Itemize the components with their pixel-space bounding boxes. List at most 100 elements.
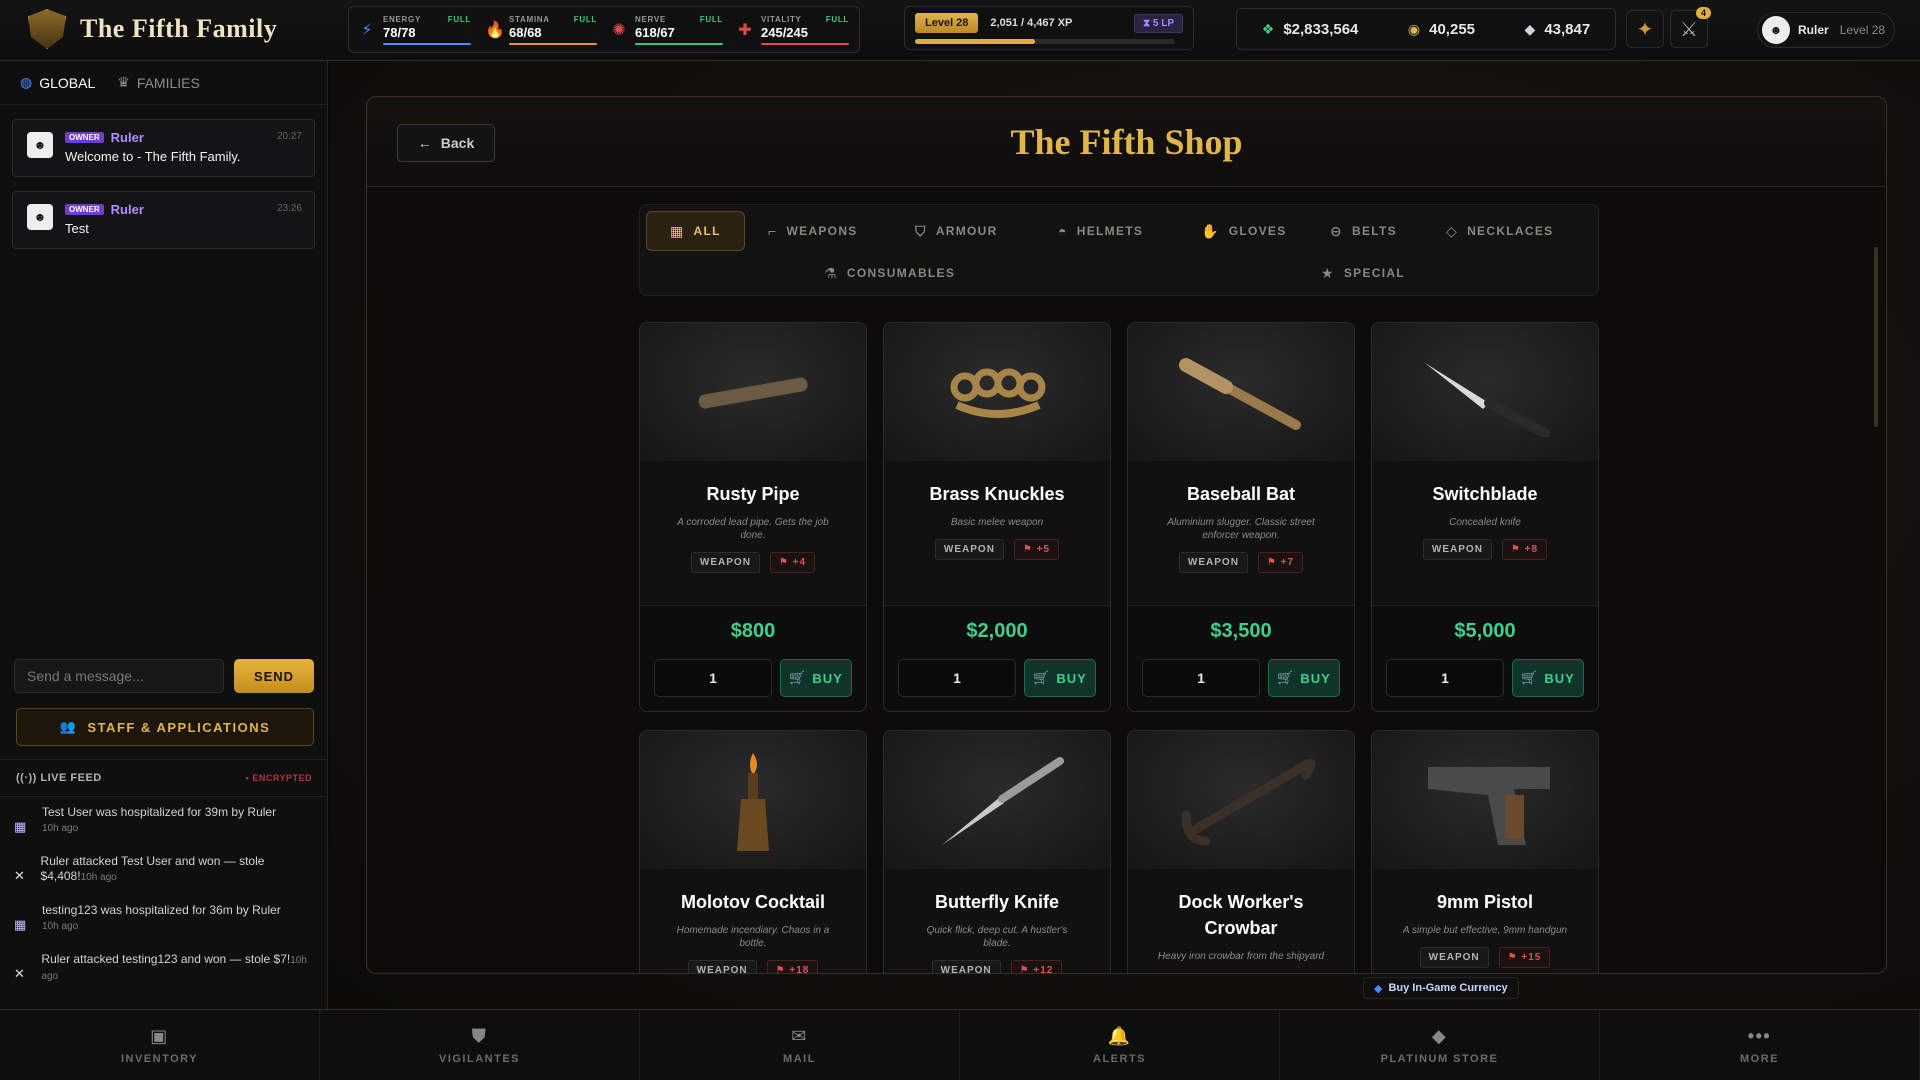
scrollbar[interactable] [1874, 247, 1878, 427]
item-description: Concealed knife [1449, 517, 1521, 528]
cash-display[interactable]: ❖ $2,833,564 [1262, 21, 1359, 38]
quantity-input[interactable]: 1 [1386, 659, 1504, 697]
category-special[interactable]: ★ SPECIAL [1321, 253, 1405, 293]
brass-knuckles-icon [950, 368, 1046, 418]
buy-currency-button[interactable]: ◆ Buy In-Game Currency [1363, 977, 1519, 999]
item-card: Switchblade Concealed knife WEAPON ⚑ +8 $… [1371, 322, 1599, 712]
tab-global[interactable]: ◍ GLOBAL [20, 74, 95, 91]
nav-platinum-store[interactable]: ◆ PLATINUM STORE [1280, 1010, 1600, 1080]
stat-value: 245/245 [761, 24, 808, 40]
nav-label: PLATINUM STORE [1380, 1052, 1499, 1065]
lp-badge[interactable]: ⧗ 5 LP [1134, 13, 1183, 33]
bonus-value: +4 [792, 557, 807, 568]
avatar: ☻ [27, 132, 53, 158]
item-bonus-tag: ⚑ +8 [1501, 539, 1548, 560]
item-bonus-tag: ⚑ +18 [766, 960, 819, 974]
coins-display[interactable]: ◉ 40,255 [1408, 21, 1475, 38]
level-panel[interactable]: Level 28 2,051 / 4,467 XP ⧗ 5 LP [904, 6, 1194, 50]
nav-alerts[interactable]: 🔔 ALERTS [960, 1010, 1280, 1080]
nav-inventory[interactable]: ▣ INVENTORY [0, 1010, 320, 1080]
quantity-input[interactable]: 1 [898, 659, 1016, 697]
gems-display[interactable]: ◆ 43,847 [1525, 21, 1591, 38]
nav-mail[interactable]: ✉ MAIL [640, 1010, 960, 1080]
gun-icon: ⌐ [768, 223, 778, 239]
stat-value: 78/78 [383, 24, 416, 40]
cart-icon: 🛒 [1521, 670, 1539, 685]
tab-families[interactable]: ♛ FAMILIES [117, 74, 200, 91]
buy-button[interactable]: 🛒 BUY [1512, 659, 1584, 697]
coin-icon: ◉ [1407, 20, 1421, 37]
stat-value: 68/68 [509, 24, 542, 40]
sender-name[interactable]: Ruler [111, 130, 144, 145]
quantity-input[interactable]: 1 [1142, 659, 1260, 697]
stat-status: FULL [699, 14, 723, 24]
item-card: Brass Knuckles Basic melee weapon WEAPON… [883, 322, 1111, 712]
diamond-icon: ◆ [1374, 982, 1383, 995]
feed-time: 10h ago [42, 823, 79, 834]
shop-header: ← Back The Fifth Shop [367, 97, 1886, 187]
quantity-input[interactable]: 1 [654, 659, 772, 697]
bonus-value: +5 [1036, 544, 1051, 555]
stat-bar [383, 42, 471, 45]
diamond-icon: ◆ [1431, 1025, 1448, 1046]
category-helmets[interactable]: ◓ HELMETS [1058, 211, 1143, 251]
feed-time: 10h ago [42, 921, 79, 932]
butterfly-knife-icon [942, 757, 1064, 845]
category-necklaces[interactable]: ◇ NECKLACES [1446, 211, 1553, 251]
shield-icon: ⛊ [472, 1025, 487, 1046]
app-logo[interactable]: The Fifth Family [28, 9, 277, 49]
feed-text: Ruler attacked Test User and won — stole… [40, 854, 265, 883]
stat-nerve[interactable]: ✺ NERVE FULL 618/67 [611, 15, 723, 45]
notifications-button[interactable]: ⚔ 4 [1670, 7, 1711, 48]
rank-star-button[interactable]: ✦ [1626, 10, 1664, 48]
bonus-value: +18 [789, 965, 810, 974]
item-card: Dock Worker's Crowbar Heavy iron crowbar… [1127, 730, 1355, 973]
category-label: CONSUMABLES [846, 266, 956, 280]
sender-name[interactable]: Ruler [111, 202, 144, 217]
stat-bar [635, 42, 723, 45]
category-belts[interactable]: ⊖ BELTS [1330, 211, 1397, 251]
hospital-icon: ▦ [14, 917, 27, 932]
item-description: Homemade incendiary. Chaos in a bottle. [676, 925, 830, 949]
buy-label: BUY [812, 670, 843, 686]
bonus-value: +15 [1521, 952, 1542, 963]
stat-stamina[interactable]: 🔥 STAMINA FULL 68/68 [485, 15, 597, 45]
stat-vitality[interactable]: ✚ VITALITY FULL 245/245 [737, 15, 849, 45]
stat-value: 618/67 [635, 24, 675, 40]
item-price: $5,000 [1454, 620, 1516, 642]
send-button[interactable]: SEND [234, 659, 314, 693]
nav-vigilantes[interactable]: ⛊ VIGILANTES [320, 1010, 640, 1080]
chat-message: ☻ OWNER Ruler 23:26 Test [12, 191, 315, 249]
nav-more[interactable]: ••• MORE [1600, 1010, 1920, 1080]
buy-button[interactable]: 🛒 BUY [780, 659, 852, 697]
molotov-icon [737, 753, 769, 851]
stat-status: FULL [573, 14, 597, 24]
stat-energy[interactable]: ⚡ ENERGY FULL 78/78 [359, 15, 471, 45]
bonus-value: +12 [1033, 965, 1054, 974]
item-description: Basic melee weapon [950, 517, 1044, 528]
currency-panel: ❖ $2,833,564 ◉ 40,255 ◆ 43,847 [1236, 8, 1616, 50]
category-label: BELTS [1352, 224, 1397, 238]
category-consumables[interactable]: ⚗ CONSUMABLES [824, 253, 955, 293]
top-bar: The Fifth Family ⚡ ENERGY FULL 78/78 🔥 ST… [0, 0, 1920, 61]
buy-button[interactable]: 🛒 BUY [1268, 659, 1340, 697]
globe-icon: ◍ [20, 74, 33, 90]
message-input[interactable]: Send a message... [14, 659, 224, 693]
baseball-bat-icon [1179, 358, 1301, 430]
diamond-icon: ◆ [1524, 20, 1536, 37]
buy-button[interactable]: 🛒 BUY [1024, 659, 1096, 697]
page-title: The Fifth Shop [1010, 122, 1243, 162]
category-all[interactable]: ▦ ALL [646, 211, 745, 251]
role-badge: OWNER [65, 132, 104, 143]
item-card: 9mm Pistol A simple but effective, 9mm h… [1371, 730, 1599, 973]
user-menu[interactable]: ☻ Ruler Level 28 [1757, 12, 1895, 48]
bell-icon: 🔔 [1107, 1025, 1132, 1046]
item-name: Switchblade [1432, 484, 1538, 504]
staff-applications-button[interactable]: 👥 STAFF & APPLICATIONS [16, 708, 314, 746]
category-gloves[interactable]: ✋ GLOVES [1201, 211, 1287, 251]
stat-status: FULL [447, 14, 471, 24]
category-weapons[interactable]: ⌐ WEAPONS [768, 211, 858, 251]
live-feed-header: ((·)) LIVE FEED • ENCRYPTED [0, 759, 328, 797]
category-armour[interactable]: ⛉ ARMOUR [915, 211, 998, 251]
item-card: Baseball Bat Aluminium slugger. Classic … [1127, 322, 1355, 712]
